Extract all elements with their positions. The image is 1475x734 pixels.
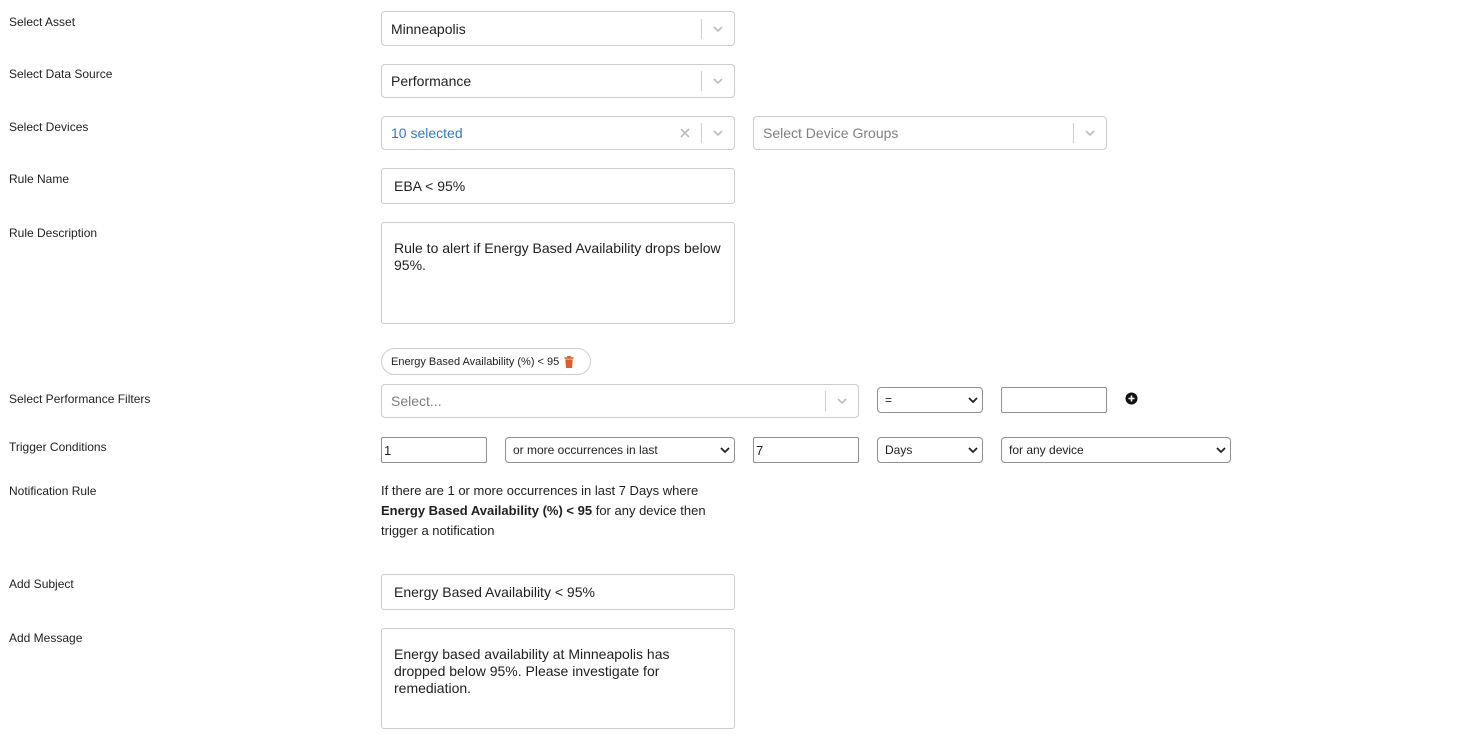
close-icon[interactable] (669, 117, 701, 149)
chevron-down-icon[interactable] (702, 12, 734, 45)
performance-filter-select[interactable]: Select... (381, 384, 859, 418)
operator-select[interactable]: = (877, 387, 983, 413)
label-add-message: Add Message (9, 631, 83, 645)
device-scope-select-value: for any device (1009, 443, 1084, 457)
message-textarea[interactable]: Energy based availability at Minneapolis… (381, 628, 735, 729)
rule-description-value: Rule to alert if Energy Based Availabili… (394, 240, 721, 273)
notification-rule-text: If there are 1 or more occurrences in la… (381, 481, 731, 541)
label-rule-name: Rule Name (9, 172, 70, 186)
trigger-period-value: 7 (756, 442, 764, 458)
chevron-down-icon[interactable] (702, 117, 734, 149)
subject-value: Energy Based Availability < 95% (394, 584, 595, 600)
label-notification-rule: Notification Rule (9, 484, 97, 498)
filter-chip-label: Energy Based Availability (%) < 95 (391, 355, 560, 368)
chevron-down-icon[interactable] (1074, 117, 1106, 149)
label-add-subject: Add Subject (9, 577, 74, 591)
devices-select-value: 10 selected (391, 125, 463, 141)
device-scope-select[interactable]: for any device (1001, 437, 1231, 463)
operator-select-value: = (885, 393, 893, 407)
notification-rule-prefix: If there are 1 or more occurrences in la… (381, 483, 699, 498)
label-select-asset: Select Asset (9, 15, 76, 29)
chevron-down-icon[interactable] (826, 385, 858, 417)
label-select-devices: Select Devices (9, 120, 89, 134)
chevron-down-icon (1212, 446, 1230, 454)
label-trigger-conditions: Trigger Conditions (9, 440, 107, 454)
chevron-down-icon[interactable] (702, 65, 734, 97)
time-unit-select-value: Days (885, 443, 913, 457)
trigger-period-input[interactable]: 7 (753, 437, 859, 463)
trigger-count-value: 1 (384, 442, 392, 458)
trigger-count-input[interactable]: 1 (381, 437, 487, 463)
chevron-down-icon (964, 446, 982, 454)
rule-name-value: EBA < 95% (394, 178, 466, 194)
time-unit-select[interactable]: Days (877, 437, 983, 463)
label-rule-description: Rule Description (9, 226, 98, 240)
notification-rule-condition: Energy Based Availability (%) < 95 (381, 503, 593, 518)
asset-select[interactable]: Minneapolis (381, 11, 735, 46)
label-performance-filters: Select Performance Filters (9, 392, 151, 406)
rule-description-textarea[interactable]: Rule to alert if Energy Based Availabili… (381, 222, 735, 324)
subject-input[interactable]: Energy Based Availability < 95% (381, 574, 735, 610)
asset-select-value: Minneapolis (391, 20, 466, 37)
device-groups-placeholder: Select Device Groups (763, 125, 899, 141)
performance-filter-placeholder: Select... (391, 393, 442, 409)
label-select-data-source: Select Data Source (9, 67, 113, 81)
data-source-select-value: Performance (391, 73, 472, 89)
chevron-down-icon (964, 396, 982, 404)
device-groups-select[interactable]: Select Device Groups (753, 116, 1107, 150)
plus-circle-icon[interactable] (1125, 392, 1138, 405)
devices-select[interactable]: 10 selected (381, 116, 735, 150)
trash-icon[interactable] (564, 355, 574, 368)
rule-name-input[interactable]: EBA < 95% (381, 168, 735, 204)
chevron-down-icon (716, 446, 734, 454)
message-value: Energy based availability at Minneapolis… (394, 646, 670, 696)
filter-chip[interactable]: Energy Based Availability (%) < 95 (381, 348, 591, 375)
occurrence-select[interactable]: or more occurrences in last (505, 437, 735, 463)
data-source-select[interactable]: Performance (381, 64, 735, 98)
filter-value-input[interactable] (1001, 387, 1107, 413)
occurrence-select-value: or more occurrences in last (513, 443, 658, 457)
